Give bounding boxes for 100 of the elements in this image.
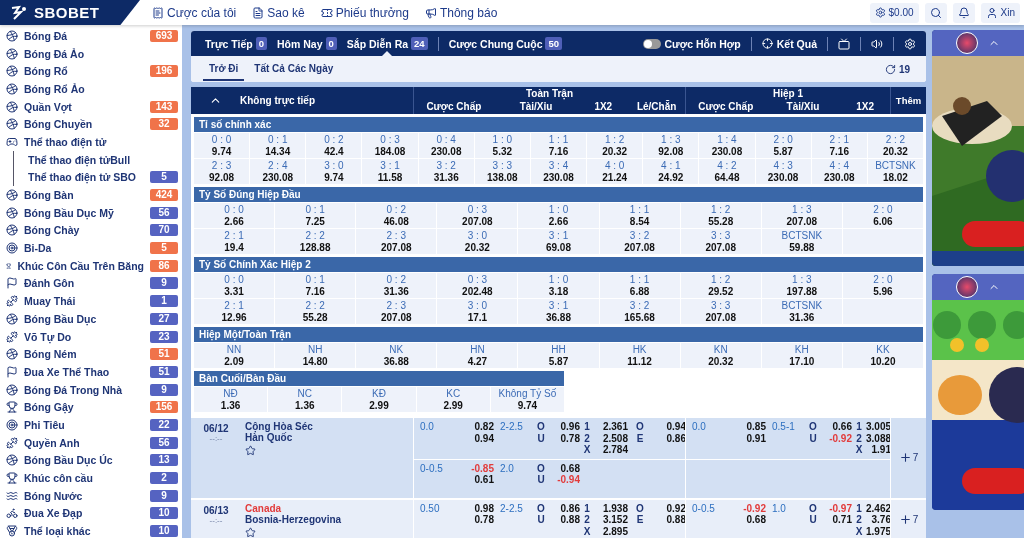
odds-cell[interactable]: BCTSNK 31.36 <box>761 299 842 324</box>
odds-value[interactable]: 0.86 <box>652 432 686 444</box>
odds-cell[interactable]: 4 : 1 24.92 <box>643 159 699 184</box>
odds-cell[interactable]: 4 : 4 230.08 <box>811 159 867 184</box>
nav-tab[interactable]: Trực Tiếp 0 <box>205 31 267 56</box>
odds-cell[interactable]: 2 : 2 55.28 <box>275 299 356 324</box>
odds-cell[interactable]: NN 2.09 <box>194 343 275 368</box>
odds-value[interactable]: 0.92 <box>652 502 686 514</box>
odds-cell[interactable]: 1 : 0 2.66 <box>518 203 599 228</box>
odds-cell[interactable]: 1 : 2 20.32 <box>587 133 643 158</box>
sidebar-item[interactable]: Thể loại khác 10 <box>6 522 182 538</box>
odds-cell[interactable]: 2 : 1 7.16 <box>811 133 867 158</box>
odds-cell[interactable]: 3 : 3 207.08 <box>680 229 761 254</box>
odds-cell[interactable]: 0 : 4 230.08 <box>418 133 474 158</box>
odds-value[interactable]: 0.94 <box>454 432 494 444</box>
sidebar-item[interactable]: Quần Vợt 143 <box>6 97 182 116</box>
results-link[interactable]: Kết Quả <box>761 37 817 50</box>
odds-value[interactable]: 0.86 <box>550 502 580 514</box>
nav-tab[interactable]: Sắp Diễn Ra 24 <box>346 31 428 56</box>
odds-value[interactable]: 0.61 <box>454 474 494 486</box>
more-bets-button[interactable]: 7 <box>898 451 919 465</box>
odds-cell[interactable]: 0 : 1 7.16 <box>275 273 356 298</box>
sidebar-item[interactable]: Bóng Gậy 156 <box>6 398 182 417</box>
odds-value[interactable]: 0.94 <box>652 421 686 433</box>
odds-cell[interactable]: 3 : 1 36.88 <box>518 299 599 324</box>
odds-cell[interactable]: 2 : 0 6.06 <box>842 203 923 228</box>
sidebar-item[interactable]: Bóng Bầu Dục 27 <box>6 310 182 328</box>
odds-value[interactable]: 0.98 <box>454 502 494 514</box>
odds-value[interactable]: 0.66 <box>822 421 852 433</box>
sidebar-item[interactable]: Bóng Chuyền 32 <box>6 115 182 134</box>
odds-value[interactable]: 2.361 <box>594 421 628 433</box>
odds-cell[interactable]: 2 : 0 5.87 <box>755 133 811 158</box>
odds-cell[interactable]: 3 : 2 31.36 <box>418 159 474 184</box>
sidebar-item[interactable]: Đua Xe Thể Thao 51 <box>6 363 182 381</box>
odds-value[interactable]: 0.68 <box>726 514 766 526</box>
odds-cell[interactable]: 2 : 3 207.08 <box>356 299 437 324</box>
odds-cell[interactable]: 2 : 3 207.08 <box>356 229 437 254</box>
odds-cell[interactable]: 0 : 0 2.66 <box>194 203 275 228</box>
odds-value[interactable]: 3.088 <box>866 432 891 444</box>
odds-cell[interactable]: NC 1.36 <box>268 387 342 412</box>
toggle-switch[interactable] <box>642 38 661 49</box>
odds-cell[interactable]: 4 : 2 64.48 <box>699 159 755 184</box>
odds-cell[interactable]: 1 : 3 197.88 <box>761 273 842 298</box>
odds-value[interactable]: 3.152 <box>594 514 628 526</box>
odds-value[interactable]: 2.895 <box>594 525 628 537</box>
odds-cell[interactable]: KC 2.99 <box>416 387 490 412</box>
odds-cell[interactable]: 2 : 1 12.96 <box>194 299 275 324</box>
odds-cell[interactable]: 0 : 3 202.48 <box>437 273 518 298</box>
odds-value[interactable]: 0.68 <box>550 462 580 474</box>
star-icon[interactable] <box>245 445 256 456</box>
sidebar-item[interactable]: Bi-Da 5 <box>6 239 182 257</box>
odds-cell[interactable]: 1 : 0 3.18 <box>518 273 599 298</box>
sidebar-item[interactable]: Bóng Rổ Ảo <box>6 80 182 98</box>
odds-cell[interactable]: 0 : 1 7.25 <box>275 203 356 228</box>
odds-cell[interactable]: 1 : 3 207.08 <box>761 203 842 228</box>
notification-button[interactable] <box>952 2 975 23</box>
odds-cell[interactable]: 3 : 1 11.58 <box>362 159 418 184</box>
odds-cell[interactable]: 1 : 2 55.28 <box>680 203 761 228</box>
odds-cell[interactable]: KĐ 2.99 <box>342 387 416 412</box>
sidebar-item[interactable]: Quyền Anh 56 <box>6 433 182 452</box>
odds-cell[interactable]: 3 : 0 20.32 <box>437 229 518 254</box>
odds-cell[interactable]: 3 : 4 230.08 <box>530 159 587 184</box>
sidebar-item[interactable]: Thể thao điện tử SBO 5 <box>14 168 182 187</box>
odds-cell[interactable]: 1 : 1 8.54 <box>599 203 680 228</box>
odds-cell[interactable]: 3 : 2 165.68 <box>599 299 680 324</box>
sidebar-item[interactable]: Bóng Ném 51 <box>6 345 182 364</box>
more-bets-button[interactable]: 7 <box>898 513 919 527</box>
odds-value[interactable]: 0.96 <box>550 421 580 433</box>
odds-value[interactable]: -0.92 <box>726 502 766 514</box>
logo[interactable]: SBOBET <box>0 0 140 25</box>
odds-value[interactable]: 2.462 <box>866 502 891 514</box>
sidebar-item[interactable]: Bóng Rổ 196 <box>6 62 182 81</box>
odds-cell[interactable]: 0 : 2 42.4 <box>306 133 362 158</box>
odds-cell[interactable]: BCTSNK 59.88 <box>761 229 842 254</box>
odds-cell[interactable]: 0 : 3 207.08 <box>437 203 518 228</box>
odds-cell[interactable]: HK 11.12 <box>599 343 680 368</box>
nav-tab[interactable]: Cược Chung Cuộc 50 <box>448 31 563 56</box>
odds-cell[interactable]: 1 : 1 7.16 <box>530 133 587 158</box>
odds-cell[interactable]: 3 : 2 207.08 <box>599 229 680 254</box>
odds-cell[interactable]: 0 : 2 31.36 <box>356 273 437 298</box>
sidebar-item[interactable]: Thể thao điện tử <box>6 133 182 151</box>
sidebar-item[interactable]: Bóng Chày 70 <box>6 221 182 240</box>
odds-cell[interactable]: 0 : 2 46.08 <box>356 203 437 228</box>
sidebar-item[interactable]: Khúc Côn Cầu Trên Băng 86 <box>6 256 182 275</box>
odds-cell[interactable]: NĐ 1.36 <box>194 387 268 412</box>
odds-cell[interactable]: 1 : 4 230.08 <box>699 133 755 158</box>
odds-cell[interactable]: 0 : 0 3.31 <box>194 273 275 298</box>
top-link[interactable]: Cược của tôi <box>152 5 237 20</box>
odds-cell[interactable]: 1 : 0 5.32 <box>474 133 530 158</box>
sidebar-item[interactable]: Muay Thái 1 <box>6 292 182 310</box>
odds-value[interactable]: 1.975 <box>866 525 891 537</box>
odds-value[interactable]: 2.784 <box>594 444 628 456</box>
odds-value[interactable]: 2.508 <box>594 432 628 444</box>
settings-icon[interactable] <box>904 37 916 50</box>
date-tab[interactable]: Trở Đi <box>203 57 245 81</box>
odds-cell[interactable]: 2 : 1 19.4 <box>194 229 275 254</box>
sidebar-item[interactable]: Phi Tiêu 22 <box>6 416 182 434</box>
sidebar-item[interactable]: Bóng Đá 693 <box>6 27 182 45</box>
sidebar-item[interactable]: Bóng Bầu Dục Mỹ 56 <box>6 203 182 222</box>
odds-cell[interactable]: 3 : 3 138.08 <box>474 159 530 184</box>
